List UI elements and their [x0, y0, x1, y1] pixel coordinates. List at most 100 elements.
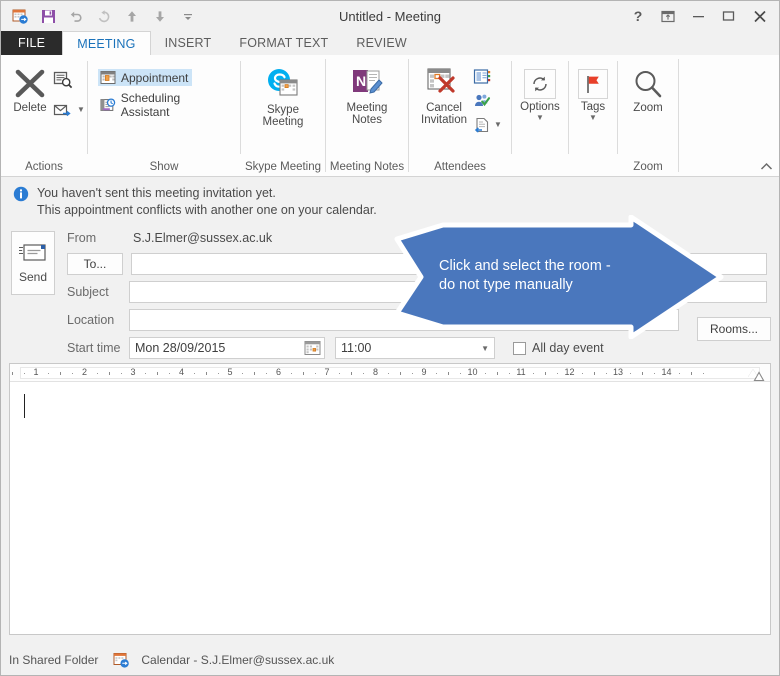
skype-meeting-button[interactable]: Skype Meeting — [257, 65, 310, 130]
ruler-tick — [460, 373, 462, 374]
right-indent-marker[interactable] — [748, 369, 765, 381]
ruler-tick — [411, 373, 413, 374]
delete-button[interactable]: Delete — [7, 65, 53, 116]
tags-button[interactable] — [578, 69, 608, 99]
info-bar-text: You haven't sent this meeting invitation… — [37, 185, 377, 219]
minimize-button[interactable] — [683, 2, 713, 30]
ribbon-group-label-tags — [569, 173, 617, 176]
ruler-tick — [205, 372, 207, 375]
quick-access-toolbar — [1, 4, 201, 28]
zoom-button[interactable]: Zoom — [625, 67, 671, 116]
ribbon-group-attendees: Cancel Invitation ▼ Attendees — [409, 55, 511, 176]
text-cursor — [24, 394, 25, 418]
tab-insert[interactable]: INSERT — [151, 31, 226, 55]
ruler-tick — [145, 373, 147, 374]
ruler-tick — [120, 373, 122, 374]
svg-text:N: N — [356, 73, 366, 89]
from-label: From — [67, 231, 97, 245]
help-button[interactable]: ? — [623, 2, 653, 30]
ruler-tick — [557, 373, 559, 374]
check-names-icon[interactable] — [473, 93, 502, 114]
skype-meeting-icon — [267, 69, 298, 96]
ruler-tick — [339, 373, 341, 374]
info-bar: You haven't sent this meeting invitation… — [1, 177, 779, 225]
show-item-scheduling-assistant[interactable]: Scheduling Assistant — [98, 90, 234, 120]
all-day-event-row[interactable]: All day event — [513, 341, 604, 355]
ribbon-display-options-button[interactable] — [653, 2, 683, 30]
ruler-number: 14 — [661, 367, 672, 377]
find-related-icon[interactable] — [53, 71, 85, 94]
rooms-button[interactable]: Rooms... — [697, 317, 771, 341]
start-time-input[interactable]: 11:00 ▼ — [335, 337, 495, 359]
ruler-tick — [448, 372, 450, 375]
maximize-button[interactable] — [713, 2, 743, 30]
next-item-icon[interactable] — [147, 4, 173, 28]
send-button[interactable]: Send — [11, 231, 55, 295]
from-value: S.J.Elmer@sussex.ac.uk — [133, 231, 273, 245]
ruler-tick — [484, 373, 486, 374]
ruler-tick — [169, 373, 171, 374]
collapse-ribbon-button[interactable] — [760, 162, 773, 174]
start-date-input[interactable]: Mon 28/09/2015 — [129, 337, 325, 359]
ruler-tick — [508, 373, 510, 374]
ruler-number: 10 — [467, 367, 478, 377]
ruler-number: 2 — [81, 367, 88, 377]
ruler-tick — [23, 373, 25, 374]
scheduling-assistant-icon — [100, 97, 116, 111]
response-options-button[interactable]: ▼ — [473, 117, 502, 133]
show-item-appointment[interactable]: Appointment — [98, 69, 193, 86]
start-date-calendar-icon[interactable] — [304, 340, 321, 359]
forward-caret-icon[interactable]: ▼ — [77, 106, 85, 114]
subject-input[interactable] — [129, 281, 767, 303]
response-options-caret-icon[interactable]: ▼ — [494, 121, 502, 129]
zoom-button-label: Zoom — [633, 102, 663, 114]
ruler-number: 5 — [227, 367, 233, 377]
to-input[interactable] — [131, 253, 767, 275]
info-bar-line1: You haven't sent this meeting invitation… — [37, 186, 276, 200]
delete-button-label: Delete — [13, 102, 47, 114]
ruler-number: 7 — [324, 367, 330, 377]
previous-item-icon[interactable] — [119, 4, 145, 28]
ribbon-group-show: Appointment Scheduling Assistant Show — [88, 55, 240, 176]
options-caret-icon[interactable]: ▼ — [536, 114, 544, 122]
all-day-event-checkbox[interactable] — [513, 341, 526, 355]
ruler-tick — [11, 372, 13, 375]
ruler-number: 9 — [421, 367, 427, 377]
body-text[interactable] — [10, 382, 770, 406]
start-time-dropdown-icon[interactable]: ▼ — [481, 344, 489, 353]
zoom-magnifier-icon — [635, 71, 662, 98]
tab-review[interactable]: REVIEW — [342, 31, 421, 55]
ruler-tick — [387, 373, 389, 374]
options-button[interactable] — [524, 69, 556, 99]
window-controls: ? — [623, 1, 777, 31]
customize-quick-access-icon[interactable] — [175, 4, 201, 28]
info-icon — [13, 186, 29, 202]
address-book-icon[interactable] — [473, 69, 502, 90]
tags-caret-icon[interactable]: ▼ — [589, 114, 597, 122]
location-input[interactable] — [129, 309, 679, 331]
to-button[interactable]: To... — [67, 253, 123, 275]
calendar-icon — [113, 652, 130, 668]
show-item-scheduling-assistant-label: Scheduling Assistant — [120, 91, 181, 119]
tab-file[interactable]: FILE — [1, 31, 63, 55]
cancel-invitation-button[interactable]: Cancel Invitation — [415, 65, 473, 128]
redo-icon[interactable] — [91, 4, 117, 28]
app-icon — [7, 4, 33, 28]
ruler[interactable]: 1 2 3 4 5 6 7 8 9 10 11 12 13 14 — [10, 364, 770, 382]
close-button[interactable] — [743, 2, 777, 30]
flag-icon — [587, 76, 599, 93]
tab-format-text[interactable]: FORMAT TEXT — [225, 31, 342, 55]
tab-meeting[interactable]: MEETING — [62, 31, 151, 55]
ruler-number: 12 — [564, 367, 575, 377]
ruler-tick — [302, 372, 304, 375]
ruler-tick — [72, 373, 74, 374]
undo-icon[interactable] — [63, 4, 89, 28]
meeting-notes-button[interactable]: N Meeting Notes — [341, 65, 394, 128]
ruler-tick — [533, 373, 535, 374]
ruler-tick — [702, 373, 704, 374]
ribbon-group-actions: Delete ▼ Actions — [1, 55, 87, 176]
ruler-tick — [496, 372, 498, 375]
ruler-tick — [351, 372, 353, 375]
save-icon[interactable] — [35, 4, 61, 28]
forward-button[interactable]: ▼ — [53, 102, 85, 118]
